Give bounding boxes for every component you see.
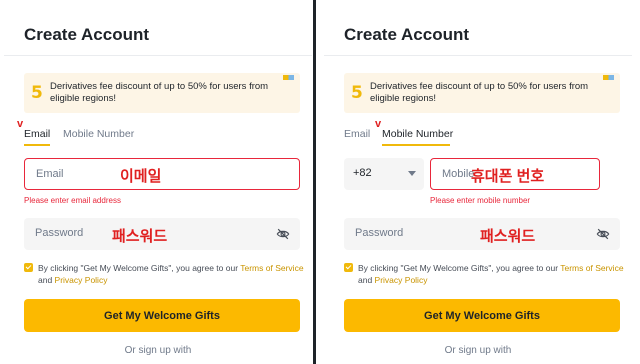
tab-mobile-number[interactable]: Mobile Number bbox=[382, 128, 453, 140]
get-welcome-gifts-button[interactable]: Get My Welcome Gifts bbox=[24, 299, 300, 332]
tab-mobile-number[interactable]: Mobile Number bbox=[63, 128, 134, 140]
flag-icon bbox=[603, 75, 614, 80]
mobile-annotation: 휴대폰 번호 bbox=[471, 168, 545, 185]
country-code-value: +82 bbox=[353, 167, 372, 179]
password-field[interactable]: Password 패스워드 bbox=[344, 218, 620, 250]
password-field[interactable]: Password 패스워드 bbox=[24, 218, 300, 250]
mobile-error-message: Please enter mobile number bbox=[430, 196, 531, 205]
password-annotation: 패스워드 bbox=[112, 228, 168, 245]
agreement-text: By clicking "Get My Welcome Gifts", you … bbox=[358, 262, 624, 286]
eye-slash-icon[interactable] bbox=[596, 227, 610, 241]
password-annotation: 패스워드 bbox=[480, 228, 536, 245]
country-code-select[interactable]: +82 bbox=[344, 158, 424, 190]
or-sign-up-with: Or sign up with bbox=[444, 345, 512, 356]
title-divider bbox=[324, 55, 632, 56]
mobile-number-field[interactable]: Mobile 휴대폰 번호 bbox=[430, 158, 600, 190]
promo-text: Derivatives fee discount of up to 50% fo… bbox=[370, 81, 589, 104]
agree-checkbox[interactable] bbox=[344, 263, 353, 272]
password-placeholder: Password bbox=[35, 227, 84, 239]
page-title: Create Account bbox=[24, 25, 150, 44]
mobile-placeholder: Mobile bbox=[442, 168, 475, 180]
agreement-prefix: By clicking "Get My Welcome Gifts", you … bbox=[358, 263, 561, 273]
panel-divider bbox=[313, 0, 316, 364]
agreement-text: By clicking "Get My Welcome Gifts", you … bbox=[38, 262, 304, 286]
chevron-down-icon bbox=[408, 171, 416, 176]
agreement-prefix: By clicking "Get My Welcome Gifts", you … bbox=[38, 263, 241, 273]
password-placeholder: Password bbox=[355, 227, 404, 239]
active-tab-indicator bbox=[24, 144, 50, 146]
annotation-marker: v bbox=[17, 118, 24, 130]
create-account-panel-email: Create Account 5 Derivatives fee discoun… bbox=[4, 0, 312, 364]
create-account-panel-mobile: Create Account 5 Derivatives fee discoun… bbox=[324, 0, 632, 364]
or-sign-up-with: Or sign up with bbox=[124, 345, 192, 356]
agreement-and: and bbox=[38, 275, 55, 285]
terms-of-service-link[interactable]: Terms of Service bbox=[240, 263, 303, 273]
email-annotation: 이메일 bbox=[120, 168, 162, 185]
flag-icon bbox=[283, 75, 294, 80]
promo-text: Derivatives fee discount of up to 50% fo… bbox=[50, 81, 269, 104]
get-welcome-gifts-button[interactable]: Get My Welcome Gifts bbox=[344, 299, 620, 332]
email-field[interactable]: Email 이메일 bbox=[24, 158, 300, 190]
title-divider bbox=[4, 55, 312, 56]
active-tab-indicator bbox=[382, 144, 450, 146]
promo-banner: 5 Derivatives fee discount of up to 50% … bbox=[344, 73, 620, 113]
privacy-policy-link[interactable]: Privacy Policy bbox=[55, 275, 108, 285]
agree-checkbox[interactable] bbox=[24, 263, 33, 272]
tab-email[interactable]: Email bbox=[24, 128, 50, 140]
promo-banner: 5 Derivatives fee discount of up to 50% … bbox=[24, 73, 300, 113]
terms-of-service-link[interactable]: Terms of Service bbox=[560, 263, 623, 273]
five-badge-icon: 5 bbox=[351, 83, 363, 103]
tab-email[interactable]: Email bbox=[344, 128, 370, 140]
privacy-policy-link[interactable]: Privacy Policy bbox=[375, 275, 428, 285]
email-error-message: Please enter email address bbox=[24, 196, 121, 205]
page-title: Create Account bbox=[344, 25, 470, 44]
agreement-and: and bbox=[358, 275, 375, 285]
five-badge-icon: 5 bbox=[31, 83, 43, 103]
email-placeholder: Email bbox=[36, 168, 64, 180]
annotation-marker: v bbox=[375, 118, 382, 130]
eye-slash-icon[interactable] bbox=[276, 227, 290, 241]
